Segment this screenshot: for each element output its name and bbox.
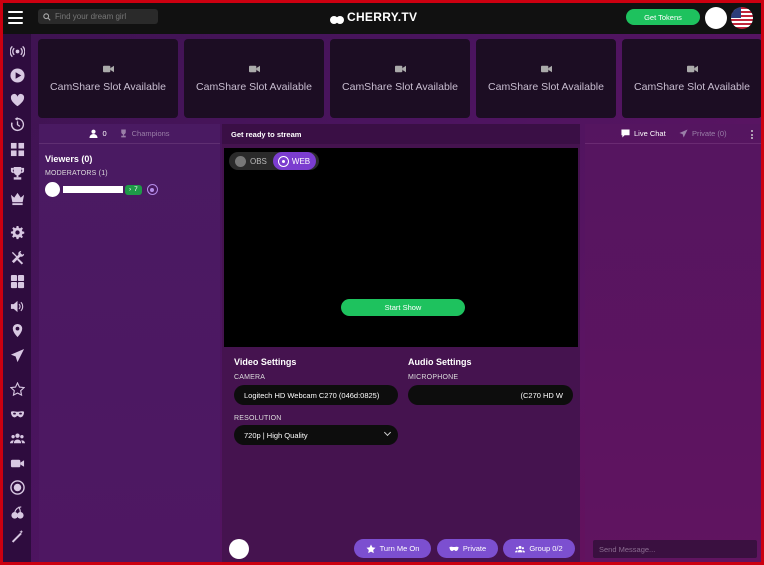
group-button[interactable]: Group 0/2 [503,539,575,558]
slot-label: CamShare Slot Available [342,80,458,93]
send-message-input[interactable] [599,544,749,554]
top-bar: CHERRY.TV Get Tokens [3,3,761,34]
stream-preview: OBS WEB Start Show [224,148,578,347]
webcam-icon [278,156,288,166]
viewers-tabs: 0 Champions [39,124,220,144]
microphone-label: MICROPHONE [408,374,459,381]
stream-actions-bar: Turn Me On Private Group 0/2 [222,533,580,562]
play-icon[interactable] [3,64,31,89]
get-tokens-button[interactable]: Get Tokens [626,9,700,25]
camshare-slot[interactable]: CamShare Slot Available [184,39,324,118]
stream-panel: Get ready to stream OBS WEB Start Show V… [222,124,580,562]
video-camera-icon [540,65,552,72]
camera-label: CAMERA [234,374,266,381]
user-avatar[interactable] [705,7,727,29]
chevron-down-icon [383,428,392,437]
mask-icon [449,546,459,551]
video-camera-icon [102,65,114,72]
tab-viewers[interactable]: 0 [89,129,107,138]
mask-icon[interactable] [3,402,31,427]
star-icon [366,544,376,553]
viewers-title: Viewers (0) [45,154,93,164]
more-options-icon[interactable] [751,130,753,139]
trophy-icon[interactable] [3,162,31,187]
record-icon[interactable] [3,476,31,501]
chat-tabs: Live Chat Private (0) [585,124,761,144]
video-camera-icon [686,65,698,72]
cherry-icon[interactable] [3,500,31,525]
star-icon[interactable] [3,378,31,403]
chat-panel: Live Chat Private (0) [585,124,761,562]
broadcast-icon[interactable] [3,39,31,64]
web-option[interactable]: WEB [272,152,317,170]
start-show-button[interactable]: Start Show [341,299,465,316]
tab-champions[interactable]: Champions [119,129,170,138]
search-icon [43,12,51,21]
resolution-select[interactable]: 720p | High Quality [234,425,398,445]
tools-icon[interactable] [3,245,31,270]
camshare-slot[interactable]: CamShare Slot Available [330,39,470,118]
cherry-logo-icon [330,11,344,24]
heart-icon[interactable] [3,88,31,113]
video-settings-title: Video Settings [234,357,297,367]
grid-icon[interactable] [3,137,31,162]
slot-label: CamShare Slot Available [196,80,312,93]
video-camera-icon [394,65,406,72]
viewers-panel: 0 Champions Viewers (0) MODERATORS (1) ›… [39,124,220,562]
champions-label: Champions [131,129,170,138]
send-icon [679,129,688,138]
logo-text: CHERRY.TV [347,10,418,24]
tab-live-chat[interactable]: Live Chat [621,129,666,138]
slot-label: CamShare Slot Available [488,80,604,93]
us-flag-icon[interactable] [731,7,753,29]
video-camera-icon[interactable] [3,451,31,476]
history-icon[interactable] [3,113,31,138]
logo[interactable]: CHERRY.TV [330,10,417,24]
app-window: CHERRY.TV Get Tokens CamShare Slot Avail… [3,3,761,562]
send-icon[interactable] [3,343,31,368]
moderator-row[interactable]: › 7 [45,182,220,197]
chevron-icon: › [129,186,132,193]
chat-bubble-icon [621,129,630,138]
moderator-icon [146,184,158,195]
resolution-label: RESOLUTION [234,415,282,422]
send-message-box[interactable] [593,540,757,558]
obs-icon [235,155,246,167]
private-button[interactable]: Private [437,539,498,558]
search-box[interactable] [38,9,158,24]
left-nav [3,34,31,562]
obs-option[interactable]: OBS [229,152,273,170]
location-pin-icon[interactable] [3,319,31,344]
speaker-icon[interactable] [3,294,31,319]
moderators-title: MODERATORS (1) [45,170,108,177]
apps-icon[interactable] [3,270,31,295]
menu-icon[interactable] [8,11,23,24]
wand-icon[interactable] [3,525,31,550]
avatar[interactable] [229,539,249,559]
level-badge: › 7 [125,184,142,195]
crown-icon[interactable] [3,186,31,211]
stream-panel-title: Get ready to stream [222,124,580,144]
group-icon [515,545,526,552]
stream-mode-toggle[interactable]: OBS WEB [229,152,319,170]
camera-select[interactable]: Logitech HD Webcam C270 (046d:0825) [234,385,398,405]
audio-settings-title: Audio Settings [408,357,472,367]
camshare-slot[interactable]: CamShare Slot Available [38,39,178,118]
turn-me-on-button[interactable]: Turn Me On [354,539,431,558]
search-input[interactable] [55,12,155,21]
avatar [45,182,60,197]
user-icon [89,129,98,138]
gear-icon[interactable] [3,221,31,246]
slot-label: CamShare Slot Available [634,80,750,93]
group-icon[interactable] [3,427,31,452]
tab-private-chat[interactable]: Private (0) [679,129,727,138]
viewer-count: 0 [102,129,107,138]
video-camera-icon [248,65,260,72]
slot-label: CamShare Slot Available [50,80,166,93]
moderator-name-redacted [63,186,123,193]
camshare-slot[interactable]: CamShare Slot Available [476,39,616,118]
trophy-icon [120,129,126,138]
microphone-select[interactable]: (C270 HD W [408,385,573,405]
camshare-slot[interactable]: CamShare Slot Available [622,39,761,118]
